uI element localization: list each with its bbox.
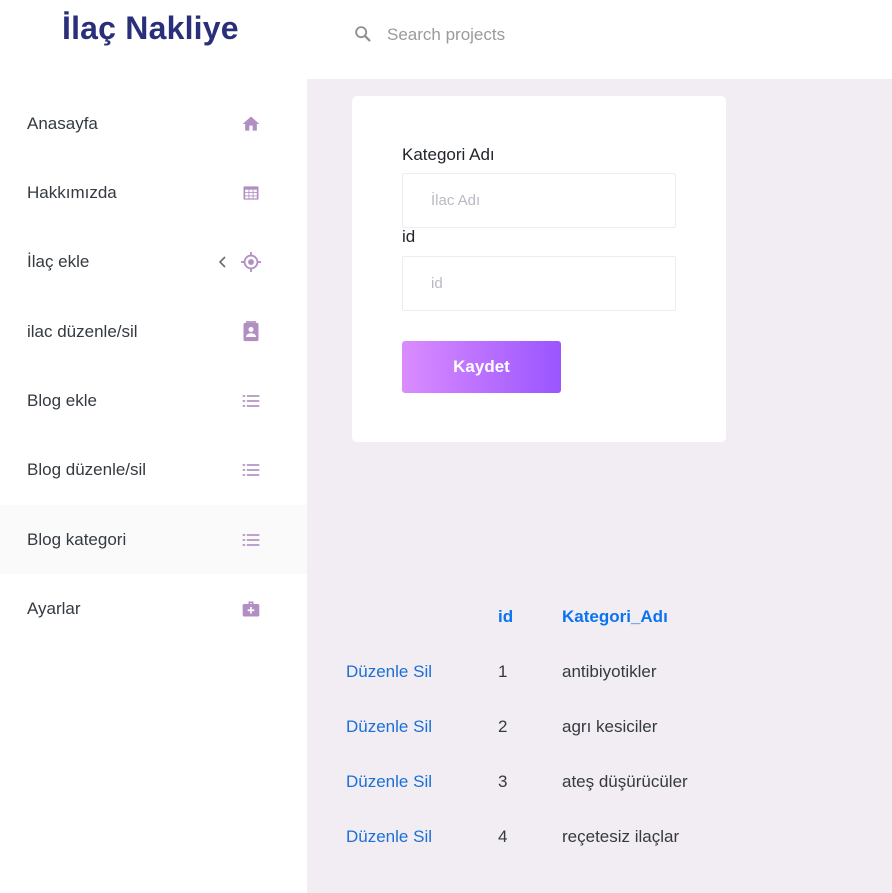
table-cell-category-name: agrı kesiciler (562, 717, 658, 736)
home-icon (240, 113, 262, 135)
table-row-actions: Düzenle Sil (346, 662, 432, 682)
sidebar-item-blog-ekle[interactable]: Blog ekle (0, 366, 307, 435)
sidebar-item-label: İlaç ekle (27, 251, 90, 271)
category-name-label: Kategori Adı (402, 145, 495, 164)
edit-link[interactable]: Düzenle (346, 827, 408, 846)
id-label: id (402, 227, 416, 246)
sidebar-item-label: Blog kategori (27, 529, 127, 549)
sidebar-item-label: Ayarlar (27, 598, 81, 618)
table-cell-id: 1 (498, 662, 508, 681)
sidebar-item-label: ilac düzenle/sil (27, 321, 138, 341)
sidebar-item-blog-duzenle-sil[interactable]: Blog düzenle/sil (0, 435, 307, 504)
sidebar-item-label: Anasayfa (27, 113, 98, 133)
chevron-left-icon[interactable] (216, 255, 230, 269)
table-row-actions: Düzenle Sil (346, 827, 432, 847)
table-cell-id: 2 (498, 717, 508, 736)
main-content: Kategori Adı id Kaydet id Kategori_Adı D… (307, 79, 892, 893)
delete-link[interactable]: Sil (413, 717, 432, 736)
brand-logo[interactable]: İlaç Nakliye (62, 10, 239, 47)
sidebar-item-ilac-duzenle-sil[interactable]: ilac düzenle/sil (0, 297, 307, 366)
save-button[interactable]: Kaydet (402, 341, 561, 393)
id-input[interactable] (402, 256, 676, 311)
brand-area: İlaç Nakliye (0, 0, 307, 79)
table-cell-category-name: reçetesiz ilaçlar (562, 827, 680, 846)
category-name-input[interactable] (402, 173, 676, 228)
sidebar: Anasayfa Hakkımızda İlaç ekle ilac düzen… (0, 79, 307, 893)
table-icon (240, 182, 262, 204)
category-form-card: Kategori Adı id Kaydet (352, 96, 726, 442)
sidebar-item-anasayfa[interactable]: Anasayfa (0, 89, 307, 158)
table-header-category-name: Kategori_Adı (562, 607, 668, 626)
sidebar-item-blog-kategori[interactable]: Blog kategori (0, 505, 307, 574)
crosshair-icon (240, 251, 262, 273)
delete-link[interactable]: Sil (413, 662, 432, 681)
sidebar-item-label: Hakkımızda (27, 182, 117, 202)
sidebar-item-label: Blog ekle (27, 390, 97, 410)
table-cell-id: 4 (498, 827, 508, 846)
edit-link[interactable]: Düzenle (346, 772, 408, 791)
table-row-actions: Düzenle Sil (346, 772, 432, 792)
search-input[interactable] (387, 19, 687, 51)
delete-link[interactable]: Sil (413, 772, 432, 791)
contact-card-icon (240, 320, 262, 343)
list-icon (240, 459, 262, 481)
table-cell-category-name: ateş düşürücüler (562, 772, 688, 791)
edit-link[interactable]: Düzenle (346, 662, 408, 681)
sidebar-item-label: Blog düzenle/sil (27, 459, 147, 479)
table-row-actions: Düzenle Sil (346, 717, 432, 737)
table-header-id: id (498, 607, 514, 626)
sidebar-item-hakkimizda[interactable]: Hakkımızda (0, 158, 307, 227)
top-navbar (307, 0, 892, 79)
sidebar-item-ayarlar[interactable]: Ayarlar (0, 574, 307, 643)
table-cell-category-name: antibiyotikler (562, 662, 657, 681)
delete-link[interactable]: Sil (413, 827, 432, 846)
list-icon (240, 529, 262, 551)
edit-link[interactable]: Düzenle (346, 717, 408, 736)
search-icon (355, 26, 371, 42)
table-cell-id: 3 (498, 772, 508, 791)
medical-bag-icon (240, 598, 262, 620)
sidebar-item-ilac-ekle[interactable]: İlaç ekle (0, 227, 307, 296)
list-icon (240, 390, 262, 412)
